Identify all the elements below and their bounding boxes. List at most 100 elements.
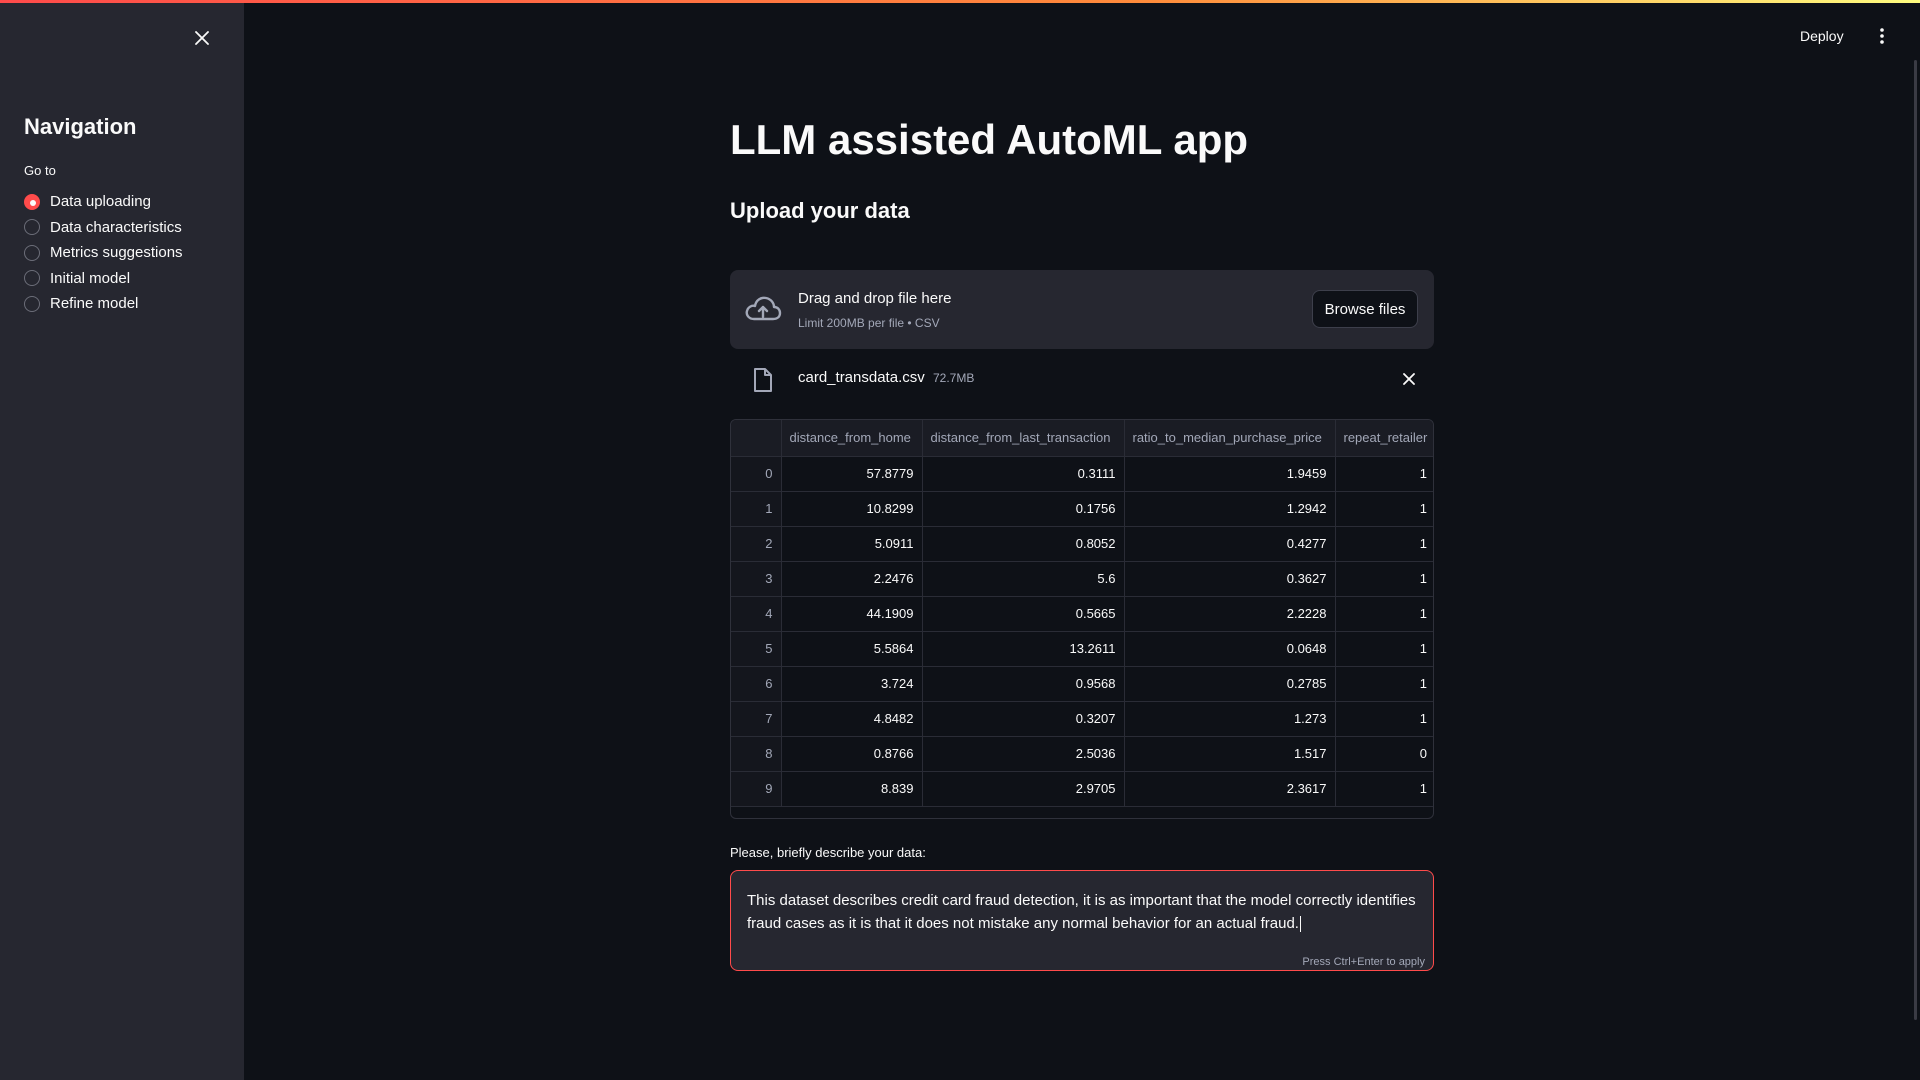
table-row-index[interactable]: 0: [731, 456, 782, 492]
cloud-upload-icon: [745, 296, 782, 321]
radio-option[interactable]: Refine model: [24, 291, 183, 317]
table-row-index[interactable]: 5: [731, 631, 782, 667]
table-cell[interactable]: 13.2611: [922, 631, 1125, 667]
table-row-index[interactable]: 8: [731, 736, 782, 772]
description-textarea[interactable]: This dataset describes credit card fraud…: [730, 870, 1434, 971]
table-cell[interactable]: 2.3617: [1124, 771, 1336, 807]
table-header-row: distance_from_home distance_from_last_tra…: [731, 420, 1433, 457]
table-row-index[interactable]: 3: [731, 561, 782, 597]
table-row: 2 5.0911 0.8052 0.4277 1: [731, 526, 1433, 562]
radio-group-label: Go to: [24, 163, 56, 178]
page-scrollbar[interactable]: [1914, 60, 1917, 1020]
more-vertical-icon: [1880, 28, 1884, 44]
deploy-button[interactable]: Deploy: [1800, 24, 1844, 48]
textarea-hint: Press Ctrl+Enter to apply: [1302, 956, 1425, 968]
browse-files-button[interactable]: Browse files: [1312, 290, 1418, 328]
table-cell[interactable]: 2.9705: [922, 771, 1125, 807]
table-row: 9 8.839 2.9705 2.3617 1: [731, 771, 1433, 807]
radio-unchecked-icon: [24, 270, 40, 287]
description-label: Please, briefly describe your data:: [730, 845, 926, 860]
page-title: LLM assisted AutoML app: [730, 116, 1249, 163]
radio-option-label: Initial model: [50, 269, 131, 287]
radio-option[interactable]: Data uploading: [24, 189, 183, 215]
sidebar-close-button[interactable]: [192, 28, 212, 48]
file-dropzone[interactable]: Drag and drop file here Limit 200MB per …: [730, 270, 1434, 349]
table-cell[interactable]: 1.2942: [1124, 491, 1336, 527]
table-cell[interactable]: 1: [1335, 771, 1433, 807]
table-cell[interactable]: 57.8779: [781, 456, 923, 492]
table-cell[interactable]: 1: [1335, 596, 1433, 632]
file-icon: [754, 368, 772, 392]
table-column-header[interactable]: distance_from_home: [781, 420, 923, 457]
remove-file-button[interactable]: [1400, 370, 1418, 388]
table-cell[interactable]: 0.4277: [1124, 526, 1336, 562]
table-cell[interactable]: 0.8766: [781, 736, 923, 772]
table-cell[interactable]: 5.0911: [781, 526, 923, 562]
radio-unchecked-icon: [24, 219, 40, 236]
table-row-index[interactable]: 6: [731, 666, 782, 702]
table-cell[interactable]: 1: [1335, 526, 1433, 562]
table-cell[interactable]: 5.5864: [781, 631, 923, 667]
table-cell[interactable]: 0: [1335, 736, 1433, 772]
radio-option[interactable]: Initial model: [24, 266, 183, 292]
table-cell[interactable]: 0.3111: [922, 456, 1125, 492]
text-caret: [1299, 916, 1301, 933]
table-cell[interactable]: 1.517: [1124, 736, 1336, 772]
table-cell[interactable]: 2.2476: [781, 561, 923, 597]
table-cell[interactable]: 1.273: [1124, 701, 1336, 737]
table-cell[interactable]: 1: [1335, 701, 1433, 737]
table-row-index[interactable]: 1: [731, 491, 782, 527]
table-cell[interactable]: 44.1909: [781, 596, 923, 632]
table-cell[interactable]: 8.839: [781, 771, 923, 807]
table-cell[interactable]: 2.5036: [922, 736, 1125, 772]
table-cell[interactable]: 1: [1335, 491, 1433, 527]
table-row-index[interactable]: 4: [731, 596, 782, 632]
table-cell[interactable]: 1: [1335, 631, 1433, 667]
table-cell[interactable]: 1: [1335, 456, 1433, 492]
table-column-header[interactable]: [731, 420, 782, 457]
table-column-header[interactable]: ratio_to_median_purchase_price: [1124, 420, 1336, 457]
table-cell[interactable]: 1: [1335, 666, 1433, 702]
sidebar-title: Navigation: [24, 114, 137, 139]
dataframe-table[interactable]: distance_from_home distance_from_last_tra…: [730, 419, 1434, 819]
description-value: This dataset describes credit card fraud…: [747, 892, 1416, 932]
table-cell[interactable]: 0.1756: [922, 491, 1125, 527]
table-cell[interactable]: 0.2785: [1124, 666, 1336, 702]
table-cell[interactable]: 0.5665: [922, 596, 1125, 632]
close-icon: [195, 31, 209, 45]
table-row: 7 4.8482 0.3207 1.273 1: [731, 701, 1433, 737]
table-cell[interactable]: 0.3627: [1124, 561, 1336, 597]
uploaded-file-size: 72.7MB: [933, 371, 975, 385]
table-row-index[interactable]: 2: [731, 526, 782, 562]
table-cell[interactable]: 3.724: [781, 666, 923, 702]
radio-option[interactable]: Metrics suggestions: [24, 240, 183, 266]
radio-option-label: Metrics suggestions: [50, 244, 183, 262]
radio-unchecked-icon: [24, 295, 40, 312]
table-cell[interactable]: 10.8299: [781, 491, 923, 527]
main-menu-button[interactable]: [1872, 24, 1892, 48]
radio-checked-icon: [24, 193, 40, 210]
table-cell[interactable]: 5.6: [922, 561, 1125, 597]
table-column-header[interactable]: distance_from_last_transaction: [922, 420, 1125, 457]
table-row-index[interactable]: 7: [731, 701, 782, 737]
table-cell[interactable]: 1: [1335, 561, 1433, 597]
table-cell[interactable]: 4.8482: [781, 701, 923, 737]
sidebar: Navigation Go to Data uploading Data char…: [0, 0, 244, 1080]
radio-option[interactable]: Data characteristics: [24, 215, 183, 241]
navigation-radio-group: Data uploading Data characteristics Metric…: [24, 189, 183, 317]
uploaded-file-name: card_transdata.csv: [798, 369, 925, 386]
table-cell[interactable]: 2.2228: [1124, 596, 1336, 632]
table-cell[interactable]: 0.8052: [922, 526, 1125, 562]
dropzone-limit-text: Limit 200MB per file • CSV: [798, 316, 940, 330]
table-column-header[interactable]: repeat_retailer: [1335, 420, 1433, 457]
table-cell[interactable]: 0.3207: [922, 701, 1125, 737]
table-cell[interactable]: 0.9568: [922, 666, 1125, 702]
section-subheader: Upload your data: [730, 198, 910, 223]
table-cell[interactable]: 0.0648: [1124, 631, 1336, 667]
table-row-index[interactable]: 9: [731, 771, 782, 807]
description-text: This dataset describes credit card fraud…: [747, 889, 1417, 935]
radio-option-label: Refine model: [50, 295, 139, 313]
radio-unchecked-icon: [24, 244, 40, 261]
radio-option-label: Data uploading: [50, 193, 151, 211]
table-cell[interactable]: 1.9459: [1124, 456, 1336, 492]
